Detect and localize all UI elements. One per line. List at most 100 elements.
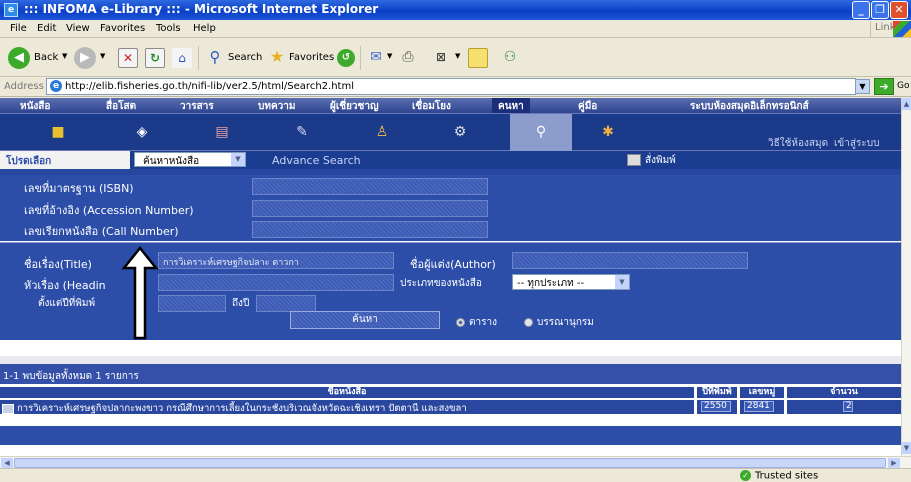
- radio-table[interactable]: ตาราง: [456, 315, 497, 330]
- to-year-input[interactable]: [256, 295, 316, 312]
- from-year-input[interactable]: [158, 295, 226, 312]
- link-icon[interactable]: ⚙: [446, 121, 474, 143]
- mail-dropdown-icon[interactable]: ▼: [387, 52, 392, 60]
- col-count-header: จำนวน: [787, 387, 901, 398]
- forward-arrow-icon[interactable]: ▶: [74, 47, 96, 69]
- maximize-button[interactable]: ❐: [871, 1, 889, 19]
- print-icon[interactable]: ⎙: [398, 48, 418, 68]
- scroll-down-icon[interactable]: ▼: [902, 442, 911, 454]
- result-title[interactable]: การวิเคราะห์เศรษฐกิจปลากะพงขาว กรณีศึกษา…: [17, 403, 467, 414]
- menu-tools[interactable]: Tools: [156, 23, 181, 34]
- minimize-button[interactable]: _: [852, 1, 870, 19]
- address-dropdown-icon[interactable]: ▼: [855, 79, 870, 94]
- close-button[interactable]: ✕: [890, 1, 908, 19]
- book-record-icon: [2, 403, 14, 414]
- horizontal-scrollbar[interactable]: ◀ ▶: [0, 456, 911, 468]
- manual-group-icon[interactable]: ✱: [594, 121, 622, 143]
- nav-tab-search[interactable]: คนหา: [492, 98, 530, 113]
- scroll-left-icon[interactable]: ◀: [1, 458, 13, 468]
- login-link[interactable]: เข้าสู่ระบบ: [834, 136, 879, 151]
- ie-app-icon[interactable]: e: [4, 3, 18, 17]
- from-year-label: ตั้งแต่ปีที่พิมพ์: [38, 298, 96, 309]
- title-input[interactable]: การวิเคราะห์เศรษฐกิจปลาะ ตาวกา: [158, 252, 394, 269]
- result-count: 2: [843, 401, 853, 412]
- favorites-star-icon[interactable]: ★: [267, 48, 287, 68]
- nav-tab-links[interactable]: เชื่อมโยง: [412, 99, 451, 114]
- call-number-label: เลขเรียกหนังสือ (Call Number): [24, 225, 179, 238]
- journal-icon[interactable]: ▤: [208, 121, 236, 143]
- search-icon[interactable]: ⚲: [205, 48, 225, 68]
- search-type-select[interactable]: ค้นหาหนังสือ ▼: [134, 152, 246, 167]
- results-summary: 1-1 พบข้อมูลทั้งหมด 1 รายการ: [0, 364, 901, 384]
- scroll-thumb[interactable]: [14, 458, 886, 468]
- mail-icon[interactable]: ✉: [366, 48, 386, 68]
- article-pen-icon[interactable]: ✎: [288, 121, 316, 143]
- vertical-scrollbar[interactable]: ▲ ▼: [901, 98, 911, 456]
- radio-bibliography[interactable]: บรรณานุกรม: [524, 315, 594, 330]
- print-label: สั่งพิมพ์: [645, 155, 676, 166]
- search-tab-icon[interactable]: ⚲: [510, 114, 572, 151]
- address-input[interactable]: e http://elib.fisheries.go.th/nifi-lib/v…: [46, 78, 856, 95]
- result-year: 2550: [701, 401, 731, 412]
- history-icon[interactable]: ↺: [337, 49, 355, 67]
- book-icon[interactable]: ■: [44, 121, 72, 143]
- col-title-header: ชื่อหนังสือ: [0, 387, 694, 398]
- nav-tab-media[interactable]: สื่อโสต: [106, 99, 136, 114]
- print-link[interactable]: สั่งพิมพ์: [627, 153, 676, 168]
- chevron-down-icon[interactable]: ▼: [615, 275, 629, 289]
- menu-favorites[interactable]: Favorites: [100, 23, 145, 34]
- chevron-down-icon[interactable]: ▼: [231, 153, 245, 166]
- id-search-panel: เลขที่มาตรฐาน (ISBN) เลขที่อ้างอิง (Acce…: [0, 169, 901, 241]
- menu-view[interactable]: View: [66, 23, 90, 34]
- nav-tab-journals[interactable]: วารสาร: [180, 99, 214, 114]
- call-number-input[interactable]: [252, 221, 488, 238]
- scroll-right-icon[interactable]: ▶: [888, 458, 900, 468]
- menu-edit[interactable]: Edit: [37, 23, 56, 34]
- address-label: Address: [4, 81, 44, 92]
- discuss-icon[interactable]: [468, 48, 488, 68]
- back-dropdown-icon[interactable]: ▼: [62, 52, 67, 60]
- edit-icon[interactable]: ⊠: [431, 48, 451, 68]
- printer-icon: [627, 154, 641, 166]
- cd-media-icon[interactable]: ◈: [128, 121, 156, 143]
- back-button-label[interactable]: Back: [34, 52, 58, 63]
- result-title-cell[interactable]: การวิเคราะห์เศรษฐกิจปลากะพงขาว กรณีศึกษา…: [0, 400, 694, 414]
- edit-dropdown-icon[interactable]: ▼: [455, 52, 460, 60]
- nav-tab-books[interactable]: หนังสือ: [20, 99, 50, 114]
- search-button-label[interactable]: Search: [228, 52, 262, 63]
- isbn-input[interactable]: [252, 178, 488, 195]
- favorites-button-label[interactable]: Favorites: [289, 52, 334, 63]
- menu-help[interactable]: Help: [193, 23, 216, 34]
- radio-table-dot[interactable]: [456, 317, 465, 327]
- col-callno-header: เลขหมู่: [740, 387, 784, 398]
- stop-icon[interactable]: ✕: [118, 48, 138, 68]
- nav-tab-articles[interactable]: บทความ: [258, 99, 295, 114]
- back-arrow-icon[interactable]: ◀: [8, 47, 30, 69]
- nav-tab-experts[interactable]: ผู้เชี่ยวชาญ: [330, 99, 378, 114]
- radio-bibliography-dot[interactable]: [524, 317, 533, 327]
- book-type-select[interactable]: -- ทุกประเภท -- ▼: [512, 274, 630, 290]
- windows-logo-icon: [893, 21, 911, 37]
- scroll-up-icon[interactable]: ▲: [902, 98, 911, 110]
- go-arrow-icon[interactable]: ➔: [874, 78, 894, 95]
- table-row: การวิเคราะห์เศรษฐกิจปลากะพงขาว กรณีศึกษา…: [0, 400, 901, 414]
- expert-person-icon[interactable]: ♙: [368, 121, 396, 143]
- radio-table-label: ตาราง: [469, 317, 497, 328]
- heading-input[interactable]: [158, 274, 394, 291]
- author-input[interactable]: [512, 252, 748, 269]
- search-button[interactable]: ค้นหา: [290, 311, 440, 329]
- home-icon[interactable]: ⌂: [172, 48, 192, 68]
- search-type-value: ค้นหาหนังสือ: [143, 156, 200, 167]
- forward-dropdown-icon[interactable]: ▼: [100, 52, 105, 60]
- how-to-use-link[interactable]: วิธีใช้ห้องสมุด: [768, 136, 828, 151]
- messenger-icon[interactable]: ⚇: [500, 48, 520, 68]
- menu-file[interactable]: File: [10, 23, 27, 34]
- toolbar-separator: [198, 46, 199, 70]
- accession-input[interactable]: [252, 200, 488, 217]
- choose-tab[interactable]: โปรดเลือก: [0, 151, 130, 169]
- advance-search-link[interactable]: Advance Search: [272, 154, 361, 167]
- refresh-icon[interactable]: ↻: [145, 48, 165, 68]
- window-title: ::: INFOMA e-Library ::: - Microsoft Int…: [24, 2, 379, 16]
- nav-tab-manual[interactable]: คู่มือ: [578, 99, 597, 114]
- go-button-label[interactable]: Go: [897, 81, 909, 91]
